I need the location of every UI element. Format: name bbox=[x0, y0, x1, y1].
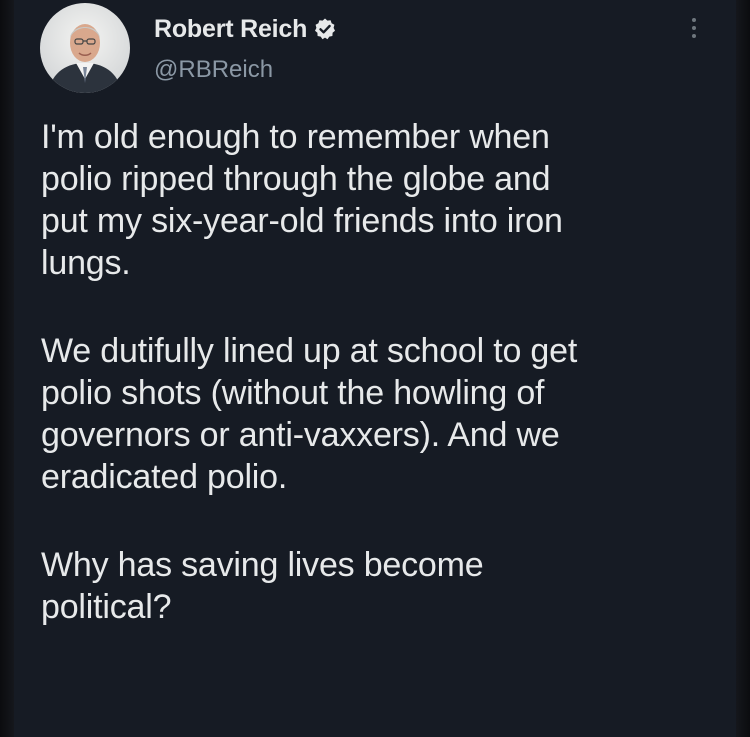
author-name: Robert Reich bbox=[154, 14, 308, 43]
tweet-text: I'm old enough to remember when polio ri… bbox=[41, 116, 721, 628]
tweet-line: I'm old enough to remember when bbox=[41, 118, 550, 156]
tweet-line: political? bbox=[41, 588, 172, 626]
more-options-icon[interactable] bbox=[682, 14, 706, 44]
tweet-line: lungs. bbox=[41, 244, 131, 282]
tweet-line: put my six-year-old friends into iron bbox=[41, 202, 563, 240]
tweet-line: Why has saving lives become bbox=[41, 546, 484, 584]
tweet-paragraph-3: Why has saving lives become political? bbox=[41, 544, 721, 628]
author-handle[interactable]: @RBReich bbox=[154, 56, 273, 84]
tweet-paragraph-1: I'm old enough to remember when polio ri… bbox=[41, 116, 721, 284]
screenshot: Robert Reich @RBReich I'm old enough to … bbox=[0, 0, 750, 737]
tweet-line: polio ripped through the globe and bbox=[41, 160, 551, 198]
author-name-row[interactable]: Robert Reich bbox=[154, 14, 337, 44]
tweet-paragraph-2: We dutifully lined up at school to get p… bbox=[41, 330, 721, 498]
tweet-line: eradicated polio. bbox=[41, 458, 288, 496]
author-avatar[interactable] bbox=[40, 3, 130, 93]
verified-badge-icon bbox=[315, 18, 336, 40]
avatar-photo-icon bbox=[40, 3, 130, 93]
tweet-line: governors or anti-vaxxers). And we bbox=[41, 416, 560, 454]
tweet-line: We dutifully lined up at school to get bbox=[41, 332, 578, 370]
tweet-line: polio shots (without the howling of bbox=[41, 374, 545, 412]
